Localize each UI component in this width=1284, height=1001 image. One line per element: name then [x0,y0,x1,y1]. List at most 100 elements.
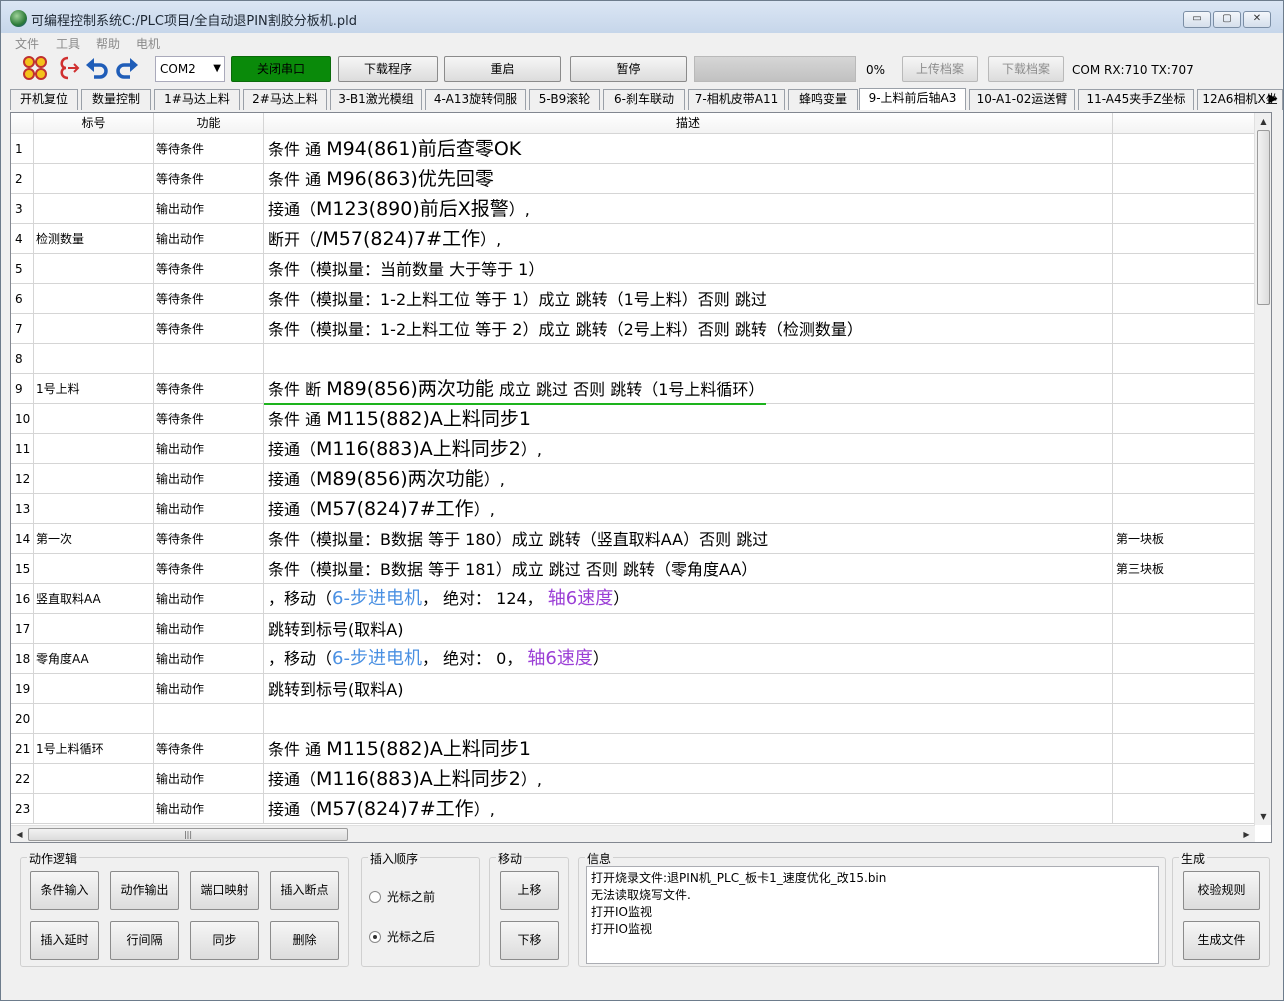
sync-button[interactable]: 同步 [190,921,259,960]
modules-icon[interactable] [21,55,49,83]
table-row[interactable]: 8 [11,344,1255,374]
maximize-button[interactable]: ▢ [1213,11,1241,28]
table-row[interactable]: 19 输出动作 跳转到标号(取料A) [11,674,1255,704]
row-label [34,344,154,374]
upload-archive-button[interactable]: 上传档案 [902,56,978,82]
download-program-button[interactable]: 下载程序 [338,56,438,82]
description-prefix: 跳转到标号(取料A) [268,620,404,639]
tab-buzzer-variable[interactable]: 蜂鸣变量 [788,89,858,110]
tab-motor1-feed[interactable]: 1#马达上料 [154,89,240,110]
scroll-right-icon[interactable]: ▶ [1238,826,1255,842]
row-note: 第一块板 [1116,532,1165,546]
port-mapping-button[interactable]: 端口映射 [190,871,259,910]
scroll-down-icon[interactable]: ▼ [1255,808,1271,825]
tab-brake-link[interactable]: 6-刹车联动 [603,89,685,110]
download-archive-button[interactable]: 下载档案 [988,56,1064,82]
insert-breakpoint-button[interactable]: 插入断点 [270,871,339,910]
table-row[interactable]: 20 [11,704,1255,734]
row-index: 14 [11,524,34,554]
delete-button[interactable]: 删除 [270,921,339,960]
description-suffix: ）, [508,200,530,219]
menu-motor[interactable]: 电机 [136,35,160,52]
row-function: 等待条件 [154,134,264,164]
close-button[interactable]: ✕ [1243,11,1271,28]
table-row[interactable]: 4 检测数量 输出动作 断开（/M57(824)7#工作）, [11,224,1255,254]
tab-gripper-z[interactable]: 11-A45夹手Z坐标 [1078,89,1194,110]
vertical-scroll-thumb[interactable] [1257,130,1270,305]
generate-file-button[interactable]: 生成文件 [1183,921,1260,960]
row-description [264,704,1113,734]
table-row[interactable]: 1 等待条件 条件 通 M94(861)前后查零OK [11,134,1255,164]
table-row[interactable]: 23 输出动作 接通（M57(824)7#工作）, [11,794,1255,824]
scroll-left-icon[interactable]: ◀ [11,826,28,842]
minimize-button[interactable]: ▭ [1183,11,1211,28]
table-row[interactable]: 15 等待条件 条件（模拟量：B数据 等于 181）成立 跳过 否则 跳转（零角度A… [11,554,1255,584]
tab-power-on-reset[interactable]: 开机复位 [10,89,78,110]
condition-input-button[interactable]: 条件输入 [30,871,99,910]
restart-button[interactable]: 重启 [444,56,561,82]
menu-help[interactable]: 帮助 [96,35,120,52]
table-row[interactable]: 18 零角度AA 输出动作 ，移动（6-步进电机， 绝对： 0， 轴6速度） [11,644,1255,674]
tab-roller[interactable]: 5-B9滚轮 [529,89,600,110]
row-function: 输出动作 [154,674,264,704]
redo-icon[interactable] [113,55,141,83]
table-row[interactable]: 13 输出动作 接通（M57(824)7#工作）, [11,494,1255,524]
insert-delay-button[interactable]: 插入延时 [30,921,99,960]
row-description: 条件 通 M115(882)A上料同步1 [264,404,1113,434]
tab-camera-belt[interactable]: 7-相机皮带A11 [688,89,785,110]
insert-before-radio[interactable]: 光标之前 [369,888,435,905]
table-row[interactable]: 2 等待条件 条件 通 M96(863)优先回零 [11,164,1255,194]
table-row[interactable]: 7 等待条件 条件（模拟量：1-2上料工位 等于 2）成立 跳转（2号上料）否则 跳… [11,314,1255,344]
close-port-button[interactable]: 关闭串口 [231,56,331,82]
row-function: 等待条件 [154,734,264,764]
table-row[interactable]: 11 输出动作 接通（M116(883)A上料同步2）, [11,434,1255,464]
chevron-down-icon: ▼ [213,63,221,74]
line-spacing-button[interactable]: 行间隔 [110,921,179,960]
insert-after-radio[interactable]: 光标之后 [369,928,435,945]
header-description: 描述 [264,113,1113,134]
row-description: 接通（M116(883)A上料同步2）, [264,764,1113,794]
verify-rules-button[interactable]: 校验规则 [1183,871,1260,910]
table-row[interactable]: 3 输出动作 接通（M123(890)前后X报警）, [11,194,1255,224]
description-prefix: 条件 断 [268,380,327,399]
move-down-button[interactable]: 下移 [500,921,559,960]
horizontal-scroll-thumb[interactable]: ||| [28,828,348,841]
tab-scroll-right-icon[interactable]: ▶ [1265,89,1281,109]
tab-rotary-servo[interactable]: 4-A13旋转伺服 [425,89,526,110]
table-row[interactable]: 21 1号上料循环 等待条件 条件 通 M115(882)A上料同步1 [11,734,1255,764]
tab-quantity-control[interactable]: 数量控制 [81,89,151,110]
row-note [1113,164,1255,194]
table-row[interactable]: 9 1号上料 等待条件 条件 断 M89(856)两次功能 成立 跳过 否则 跳转（1… [11,374,1255,404]
row-label: 第一次 [34,524,154,554]
vertical-scrollbar[interactable]: ▲ ▼ [1254,113,1271,825]
port-select[interactable]: COM2 ▼ [155,56,225,82]
row-description: 接通（M57(824)7#工作）, [264,494,1113,524]
table-row[interactable]: 5 等待条件 条件（模拟量：当前数量 大于等于 1） [11,254,1255,284]
pause-button[interactable]: 暂停 [570,56,687,82]
export-icon[interactable] [53,55,81,83]
undo-icon[interactable] [83,55,111,83]
table-row[interactable]: 22 输出动作 接通（M116(883)A上料同步2）, [11,764,1255,794]
table-row[interactable]: 12 输出动作 接通（M89(856)两次功能）, [11,464,1255,494]
tab-feed-front-rear-axis[interactable]: 9-上料前后轴A3 [859,88,966,110]
action-output-button[interactable]: 动作输出 [110,871,179,910]
row-index: 13 [11,494,34,524]
row-index: 22 [11,764,34,794]
move-up-button[interactable]: 上移 [500,871,559,910]
table-row[interactable]: 6 等待条件 条件（模拟量：1-2上料工位 等于 1）成立 跳转（1号上料）否则 跳… [11,284,1255,314]
table-row[interactable]: 17 输出动作 跳转到标号(取料A) [11,614,1255,644]
menu-file[interactable]: 文件 [15,35,39,52]
row-note [1113,734,1255,764]
com-status: COM RX:710 TX:707 [1072,63,1194,77]
table-row[interactable]: 14 第一次 等待条件 条件（模拟量：B数据 等于 180）成立 跳转（竖直取料AA）… [11,524,1255,554]
tab-laser-module[interactable]: 3-B1激光模组 [330,89,422,110]
horizontal-scrollbar[interactable]: ◀ ||| ▶ [11,825,1255,842]
toolbar: COM2 ▼ 关闭串口 下载程序 重启 暂停 0% 上传档案 下载档案 COM … [1,52,1283,88]
tab-motor2-feed[interactable]: 2#马达上料 [243,89,327,110]
tab-transport-arm[interactable]: 10-A1-02运送臂 [969,89,1075,110]
scroll-up-icon[interactable]: ▲ [1255,113,1271,130]
table-row[interactable]: 16 竖直取料AA 输出动作 ，移动（6-步进电机， 绝对： 124， 轴6速度） [11,584,1255,614]
menu-tools[interactable]: 工具 [56,35,80,52]
table-row[interactable]: 10 等待条件 条件 通 M115(882)A上料同步1 [11,404,1255,434]
info-log[interactable]: 打开烧录文件:退PIN机_PLC_板卡1_速度优化_改15.bin 无法读取烧写… [586,866,1159,964]
